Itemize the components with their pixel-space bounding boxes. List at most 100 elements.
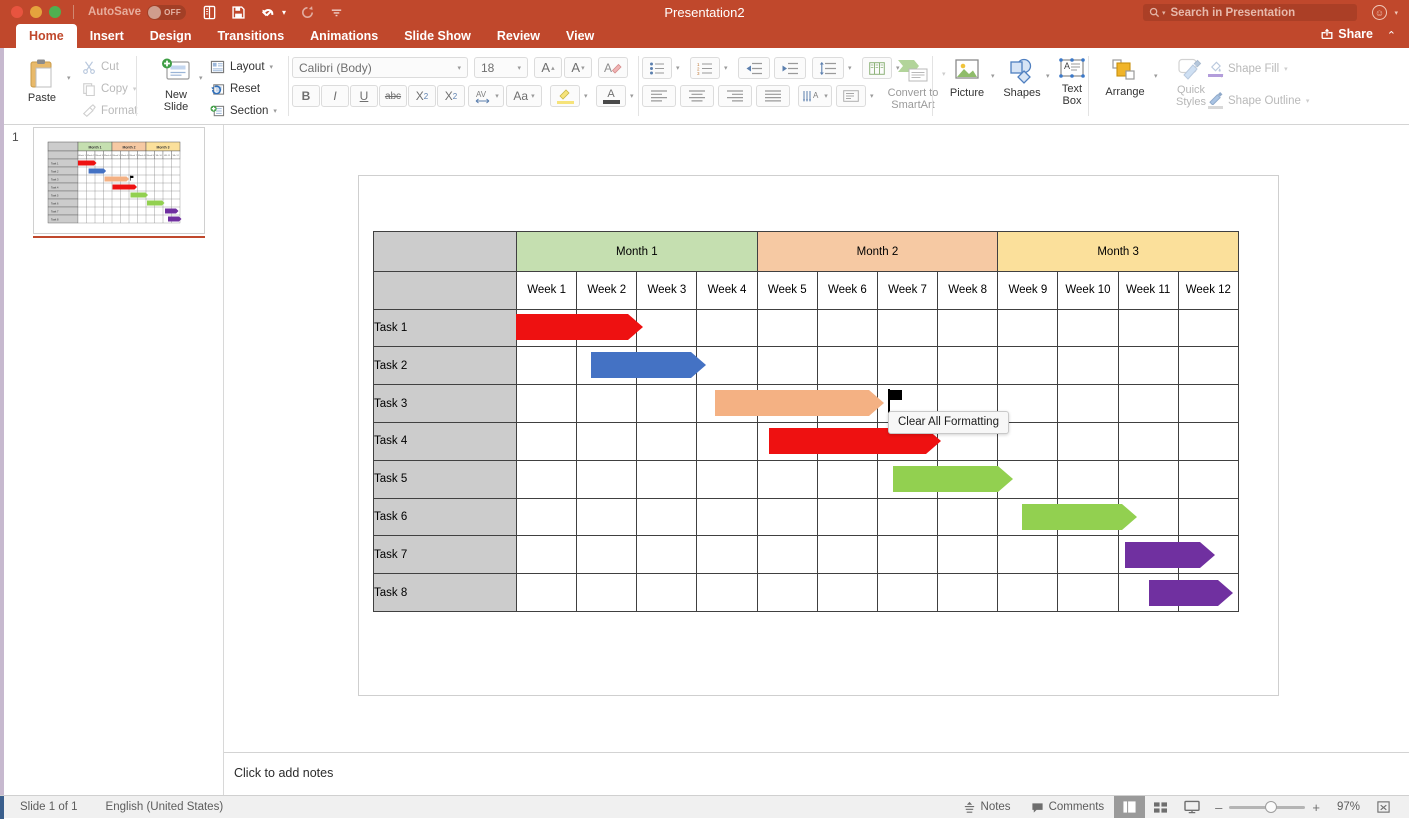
picture-caret[interactable]: ▾	[991, 72, 995, 80]
text-direction-button[interactable]: A ▾	[798, 85, 832, 107]
normal-view-button[interactable]	[1114, 796, 1145, 818]
search-dropdown-caret[interactable]: ▾	[1162, 9, 1166, 17]
strikethrough-button[interactable]: abc	[379, 85, 407, 107]
clear-formatting-button[interactable]: A	[598, 57, 628, 78]
zoom-percent-label[interactable]: 97%	[1328, 801, 1360, 813]
shape-fill-caret[interactable]: ▾	[1284, 65, 1288, 73]
tab-design[interactable]: Design	[137, 24, 205, 48]
font-color-button[interactable]: A	[596, 85, 626, 107]
superscript-button[interactable]: X2	[408, 85, 436, 107]
tab-view[interactable]: View	[553, 24, 607, 48]
zoom-in-button[interactable]: +	[1312, 800, 1320, 815]
arrange-button[interactable]: Arrange	[1098, 58, 1152, 98]
autosave-toggle[interactable]: OFF	[147, 5, 186, 20]
paste-button[interactable]: Paste	[18, 58, 66, 104]
zoom-button[interactable]	[49, 6, 61, 18]
font-size-caret[interactable]: ▾	[517, 64, 521, 72]
undo-icon[interactable]	[260, 5, 277, 20]
align-center-button[interactable]	[680, 85, 714, 107]
reset-button[interactable]: Reset	[210, 82, 260, 96]
slide-thumbnail-1[interactable]: Month 1 Month 2 Month 3 Week 1Week 2Week…	[33, 127, 205, 234]
character-spacing-button[interactable]: AV ▾	[468, 85, 504, 107]
section-dropdown-caret[interactable]: ▾	[273, 107, 277, 115]
bold-button[interactable]: B	[292, 85, 320, 107]
table-row[interactable]: Task 3	[374, 385, 1239, 423]
character-spacing-caret[interactable]: ▾	[495, 92, 499, 100]
zoom-slider[interactable]: – +	[1207, 800, 1328, 815]
save-icon[interactable]	[231, 5, 246, 20]
notes-pane[interactable]: Click to add notes	[224, 752, 1409, 795]
share-button[interactable]: Share	[1320, 27, 1373, 41]
italic-button[interactable]: I	[321, 85, 349, 107]
undo-dropdown-caret[interactable]: ▾	[282, 8, 286, 17]
table-row[interactable]: Task 5	[374, 460, 1239, 498]
new-slide-dropdown-caret[interactable]: ▾	[199, 74, 203, 82]
comments-button[interactable]: Comments	[1021, 796, 1115, 818]
shape-outline-caret[interactable]: ▾	[1306, 97, 1310, 105]
text-direction-caret[interactable]: ▾	[824, 92, 828, 100]
decrease-indent-button[interactable]	[738, 57, 770, 79]
numbering-caret[interactable]: ▾	[724, 64, 728, 72]
tab-slide-show[interactable]: Slide Show	[391, 24, 484, 48]
customize-toolbar-icon[interactable]	[329, 5, 344, 20]
format-painter-button[interactable]: Format	[82, 104, 137, 118]
shapes-button[interactable]: Shapes	[998, 58, 1046, 99]
change-case-button[interactable]: Aa ▾	[506, 85, 542, 107]
tab-transitions[interactable]: Transitions	[204, 24, 297, 48]
text-box-button[interactable]: A Text Box	[1052, 58, 1092, 107]
shape-fill-button[interactable]: Shape Fill ▾	[1208, 60, 1288, 77]
bullets-button[interactable]	[642, 57, 672, 79]
shrink-font-button[interactable]: A▾	[564, 57, 592, 78]
subscript-button[interactable]: X2	[437, 85, 465, 107]
font-size-input[interactable]: 18 ▾	[474, 57, 528, 78]
tab-insert[interactable]: Insert	[77, 24, 137, 48]
align-right-button[interactable]	[718, 85, 752, 107]
close-button[interactable]	[11, 6, 23, 18]
underline-button[interactable]: U	[350, 85, 378, 107]
redo-icon[interactable]	[300, 5, 315, 20]
bullets-caret[interactable]: ▾	[676, 64, 680, 72]
highlight-color-caret[interactable]: ▾	[584, 92, 588, 100]
arrange-caret[interactable]: ▾	[1154, 72, 1158, 80]
copy-button[interactable]: Copy ▾	[82, 82, 136, 96]
shape-outline-button[interactable]: Shape Outline ▾	[1208, 92, 1309, 109]
autosave-control[interactable]: AutoSave OFF	[88, 5, 186, 20]
align-text-button[interactable]	[836, 85, 866, 107]
tab-home[interactable]: Home	[16, 24, 77, 48]
change-case-caret[interactable]: ▾	[531, 92, 535, 100]
justify-button[interactable]	[756, 85, 790, 107]
tab-review[interactable]: Review	[484, 24, 553, 48]
highlight-color-button[interactable]	[550, 85, 580, 107]
zoom-knob[interactable]	[1265, 801, 1277, 813]
new-slide-button[interactable]: New Slide	[154, 58, 198, 113]
zoom-track[interactable]	[1229, 806, 1305, 809]
paste-dropdown-caret[interactable]: ▾	[67, 74, 71, 82]
increase-indent-button[interactable]	[774, 57, 806, 79]
layout-dropdown-caret[interactable]: ▾	[270, 63, 274, 71]
picture-button[interactable]: Picture	[943, 58, 991, 99]
table-row[interactable]: Task 6	[374, 498, 1239, 536]
align-left-button[interactable]	[642, 85, 676, 107]
feedback-smiley-icon[interactable]: ☺	[1372, 5, 1387, 20]
language-label[interactable]: English (United States)	[106, 801, 224, 813]
font-name-input[interactable]: Calibri (Body) ▾	[292, 57, 468, 78]
gantt-chart-table[interactable]: Month 1 Month 2 Month 3 Week 1 Week 2 We…	[373, 231, 1239, 612]
font-color-caret[interactable]: ▾	[630, 92, 634, 100]
notes-button[interactable]: Notes	[953, 796, 1021, 818]
new-presentation-icon[interactable]	[202, 5, 217, 20]
tab-animations[interactable]: Animations	[297, 24, 391, 48]
align-text-caret[interactable]: ▾	[870, 92, 874, 100]
feedback-dropdown-caret[interactable]: ▾	[1394, 9, 1398, 17]
cut-button[interactable]: Cut	[82, 60, 119, 74]
grow-font-button[interactable]: A▴	[534, 57, 562, 78]
minimize-button[interactable]	[30, 6, 42, 18]
font-name-caret[interactable]: ▾	[457, 64, 461, 72]
table-row[interactable]: Task 4	[374, 422, 1239, 460]
search-input[interactable]: ▾ Search in Presentation	[1143, 4, 1357, 21]
slide-sorter-view-button[interactable]	[1145, 796, 1176, 818]
line-spacing-caret[interactable]: ▾	[848, 64, 852, 72]
fit-to-window-button[interactable]	[1368, 796, 1399, 818]
slide-show-view-button[interactable]	[1176, 796, 1207, 818]
numbering-button[interactable]: 123	[690, 57, 720, 79]
table-row[interactable]: Task 7	[374, 536, 1239, 574]
